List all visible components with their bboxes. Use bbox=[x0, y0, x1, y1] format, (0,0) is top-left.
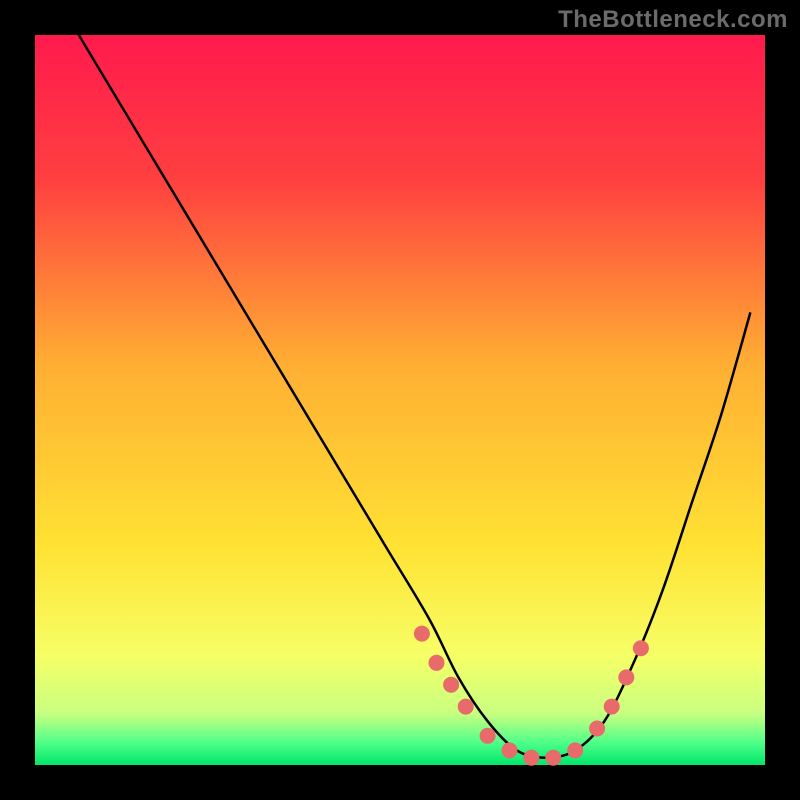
marker-dot bbox=[589, 721, 605, 737]
chart-frame: TheBottleneck.com bbox=[0, 0, 800, 800]
marker-dot bbox=[480, 728, 496, 744]
watermark-text: TheBottleneck.com bbox=[558, 6, 788, 34]
marker-dot bbox=[545, 750, 561, 766]
marker-dot bbox=[458, 699, 474, 715]
marker-dot bbox=[523, 750, 539, 766]
marker-dot bbox=[604, 699, 620, 715]
marker-dot bbox=[414, 626, 430, 642]
marker-dot bbox=[567, 742, 583, 758]
marker-dot bbox=[633, 640, 649, 656]
marker-dot bbox=[618, 669, 634, 685]
marker-dot bbox=[429, 655, 445, 671]
marker-dot bbox=[443, 677, 459, 693]
bottleneck-chart bbox=[0, 0, 800, 800]
marker-dot bbox=[502, 742, 518, 758]
